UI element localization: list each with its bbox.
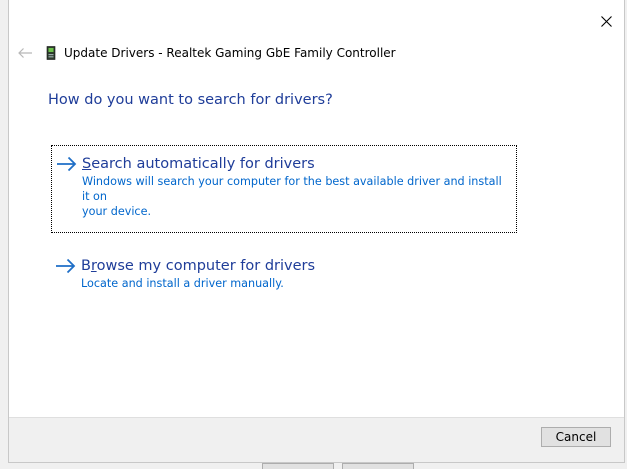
option-title-prefix: B xyxy=(81,258,91,274)
background-ok-button xyxy=(262,463,334,469)
update-drivers-dialog: Update Drivers - Realtek Gaming GbE Fami… xyxy=(8,0,625,463)
option-title-text: earch automatically for drivers xyxy=(91,156,315,172)
right-arrow-icon xyxy=(56,156,78,174)
option-title: Search automatically for drivers xyxy=(82,154,506,174)
option-description: Windows will search your computer for th… xyxy=(82,175,502,203)
dialog-footer: Cancel xyxy=(9,417,624,462)
dialog-title-bar: Update Drivers - Realtek Gaming GbE Fami… xyxy=(17,44,396,62)
option-title-text: owse my computer for drivers xyxy=(96,258,316,274)
cancel-button[interactable]: Cancel xyxy=(541,427,611,447)
close-button[interactable] xyxy=(596,11,616,31)
option-title: Browse my computer for drivers xyxy=(81,256,315,276)
browse-computer-option[interactable]: Browse my computer for drivers Locate an… xyxy=(51,248,517,300)
network-adapter-icon xyxy=(45,46,57,60)
option-description-cont: your device. xyxy=(82,205,152,218)
background-cancel-button xyxy=(342,463,414,469)
page-heading: How do you want to search for drivers? xyxy=(48,92,333,108)
search-automatically-option[interactable]: Search automatically for drivers Windows… xyxy=(51,145,517,233)
back-arrow-icon[interactable] xyxy=(17,47,33,59)
option-description: Locate and install a driver manually. xyxy=(81,277,284,290)
dialog-title: Update Drivers - Realtek Gaming GbE Fami… xyxy=(64,46,396,60)
close-icon xyxy=(600,15,612,27)
access-key: S xyxy=(82,156,92,172)
right-arrow-icon xyxy=(55,258,77,276)
